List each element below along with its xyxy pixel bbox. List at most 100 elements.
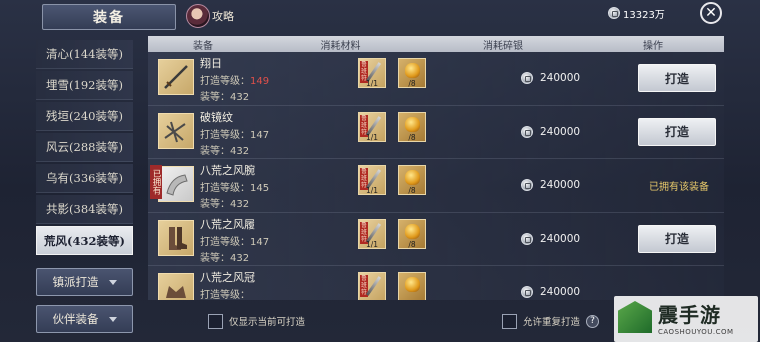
material-count: 1/1 <box>365 186 379 195</box>
close-icon[interactable]: ✕ <box>700 2 722 24</box>
column-header-action: 操作 <box>643 40 663 52</box>
gear-score: 装等：432 <box>200 145 250 157</box>
craft-button[interactable]: 打造 <box>638 224 716 253</box>
triangle-down-icon <box>108 316 117 322</box>
equipment-tab[interactable]: 装备 <box>42 4 176 30</box>
only-craftable-label: 仅显示当前可打造 <box>229 317 306 328</box>
triangle-down-icon <box>108 279 117 285</box>
partner-equip-label: 伙伴装备 <box>52 312 99 326</box>
material-count: 1/1 <box>365 239 379 249</box>
silver-coin-icon <box>521 125 533 138</box>
material-count: /8 <box>408 239 416 249</box>
sidebar-item-gongying[interactable]: 共影(384装等) <box>36 195 133 224</box>
craft-level: 打造等级： <box>200 290 250 300</box>
sect-craft-dropdown[interactable]: 镇派打造 <box>36 268 133 296</box>
column-header-silver: 消耗碎银 <box>483 40 523 52</box>
gear-score: 装等：432 <box>200 92 250 103</box>
material-talisman[interactable]: 鲁班符 1/1 <box>358 58 386 88</box>
material-count: 1/1 <box>365 79 379 88</box>
equip-name: 破镜纹 <box>200 110 233 124</box>
table-row[interactable]: 八荒之风冠 打造等级： 鲁班符 240000 <box>148 266 724 300</box>
watermark-text: 震手游 <box>658 303 721 327</box>
silver-coin-icon <box>521 232 533 245</box>
sidebar-item-canyuan[interactable]: 残垣(240装等) <box>36 102 133 131</box>
currency-amount: 13323万 <box>623 9 665 21</box>
equip-name: 翔日 <box>200 57 222 70</box>
watermark-url: CAOSHOUYOU.COM <box>658 328 734 336</box>
silver-coin-icon <box>608 7 620 19</box>
material-talisman[interactable]: 鲁班符 1/1 <box>358 165 386 195</box>
bracer-icon <box>158 166 194 202</box>
blade-icon <box>365 276 382 296</box>
silver-coin-icon <box>521 286 533 298</box>
guide-label: 攻略 <box>212 10 234 23</box>
silver-coin-icon <box>521 72 533 84</box>
only-craftable-toggle[interactable]: 仅显示当前可打造 <box>208 313 305 329</box>
craft-level: 打造等级：147 <box>200 129 270 141</box>
avatar <box>186 4 210 28</box>
shuriken-icon <box>158 112 194 149</box>
allow-repeat-label: 允许重复打造 <box>523 317 581 328</box>
allow-repeat-toggle[interactable]: 允许重复打造 ? <box>502 313 600 329</box>
table-header: 装备 消耗材料 消耗碎银 操作 <box>148 36 724 52</box>
column-header-materials: 消耗材料 <box>320 40 361 52</box>
boots-icon <box>158 219 194 256</box>
table-row[interactable]: 翔日 打造等级：149 装等：432 鲁班符 1/1 /8 240000 打造 <box>148 52 724 106</box>
sword-icon <box>158 59 194 95</box>
table-row[interactable]: 已拥有 八荒之风腕 打造等级：145 装等：432 鲁班符 1/1 /8 240… <box>148 159 724 213</box>
material-count: /8 <box>408 79 416 88</box>
material-talisman[interactable]: 鲁班符 1/1 <box>358 111 386 142</box>
material-count: 1/1 <box>365 132 379 142</box>
only-craftable-checkbox[interactable] <box>208 313 223 329</box>
sect-craft-label: 镇派打造 <box>52 275 99 289</box>
gear-score: 装等：432 <box>200 252 250 264</box>
material-ore[interactable]: /8 <box>398 111 426 142</box>
sidebar-item-maixue[interactable]: 埋雪(192装等) <box>36 71 133 100</box>
ore-icon <box>405 63 420 78</box>
material-ore[interactable]: /8 <box>398 58 426 88</box>
equip-name: 八荒之风腕 <box>200 164 255 177</box>
sidebar-item-wuyou[interactable]: 乌有(336装等) <box>36 164 133 193</box>
material-ore[interactable]: /8 <box>398 218 426 249</box>
sidebar-item-huangfeng[interactable]: 荒风(432装等) <box>36 226 133 255</box>
silver-cost: 240000 <box>521 71 580 85</box>
material-talisman[interactable]: 鲁班符 1/1 <box>358 218 386 249</box>
sidebar-item-qingxin[interactable]: 清心(144装等) <box>36 40 133 69</box>
owned-tag: 已拥有 <box>150 165 162 199</box>
ore-icon <box>405 170 420 185</box>
equipment-table: 装备 消耗材料 消耗碎银 操作 翔日 打造等级：149 装等：432 鲁班符 1… <box>148 36 724 300</box>
table-row[interactable]: 八荒之风履 打造等级：147 装等：432 鲁班符 1/1 /8 240000 … <box>148 212 724 266</box>
site-logo-icon <box>618 301 652 333</box>
craft-button[interactable]: 打造 <box>638 117 716 146</box>
table-row[interactable]: 破镜纹 打造等级：147 装等：432 鲁班符 1/1 /8 240000 打造 <box>148 105 724 159</box>
top-bar: 装备 攻略 13323万 ✕ <box>0 0 760 34</box>
sidebar-item-fengyun[interactable]: 风云(288装等) <box>36 133 133 162</box>
currency-display: 13323万 <box>608 4 694 22</box>
allow-repeat-checkbox[interactable] <box>502 313 517 329</box>
tier-sidebar: 清心(144装等) 埋雪(192装等) 残垣(240装等) 风云(288装等) … <box>36 40 133 257</box>
craft-level: 打造等级：145 <box>200 183 270 194</box>
material-talisman[interactable]: 鲁班符 <box>358 272 386 300</box>
silver-cost: 240000 <box>521 125 580 139</box>
ore-icon <box>405 116 420 132</box>
guide-button[interactable]: 攻略 <box>186 3 244 29</box>
ore-icon <box>405 223 420 239</box>
silver-cost: 240000 <box>521 285 580 299</box>
material-count: /8 <box>408 186 416 195</box>
silver-cost: 240000 <box>521 178 580 192</box>
partner-equip-dropdown[interactable]: 伙伴装备 <box>36 305 133 333</box>
owned-status-text: 已拥有该装备 <box>649 182 709 193</box>
craft-level: 打造等级：147 <box>200 236 270 248</box>
craft-button[interactable]: 打造 <box>638 64 716 92</box>
silver-cost: 240000 <box>521 232 580 246</box>
help-icon[interactable]: ? <box>586 314 600 328</box>
material-ore[interactable] <box>398 272 426 300</box>
column-header-equipment: 装备 <box>193 40 213 52</box>
equip-name: 八荒之风冠 <box>200 271 255 284</box>
material-count: /8 <box>408 132 416 142</box>
crown-icon <box>158 273 194 300</box>
material-ore[interactable]: /8 <box>398 165 426 195</box>
ore-icon <box>405 277 420 292</box>
site-watermark: 震手游 CAOSHOUYOU.COM <box>614 296 758 342</box>
silver-coin-icon <box>521 179 533 191</box>
